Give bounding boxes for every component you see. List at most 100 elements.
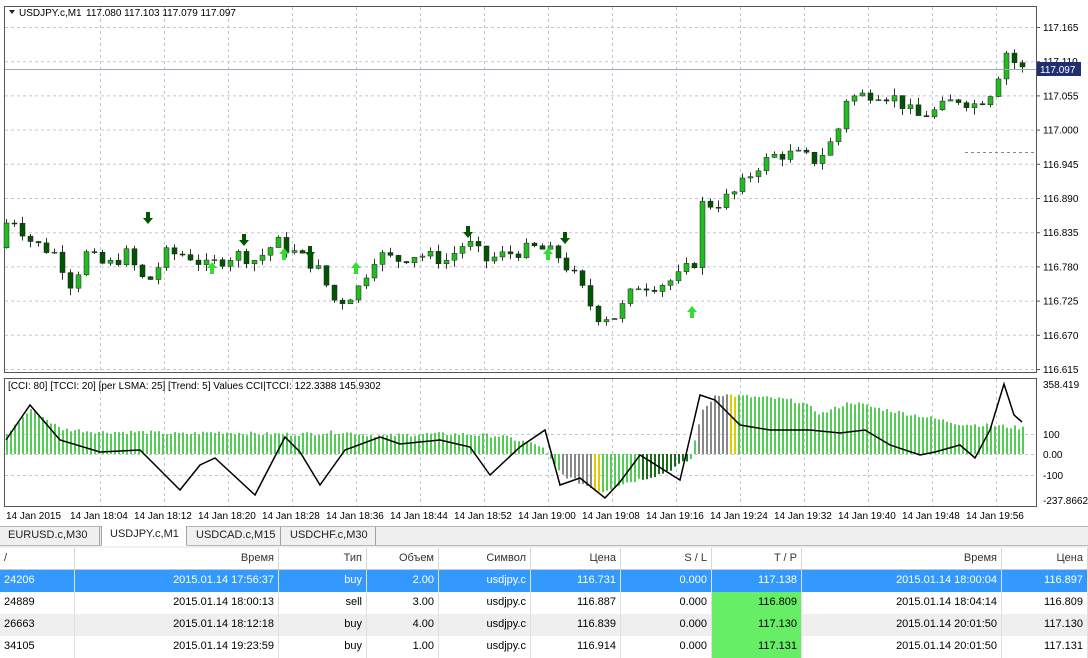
candle-body xyxy=(267,247,274,256)
histogram-bar xyxy=(62,430,64,454)
histogram-bar xyxy=(390,433,392,454)
tab-usdcad[interactable]: USDCAD.c,M15 xyxy=(188,527,281,545)
histogram-bar xyxy=(266,432,268,454)
histogram-bar xyxy=(246,435,248,454)
price-tick-label: 116.725 xyxy=(1043,297,1079,308)
histogram-bar xyxy=(522,440,524,454)
tab-usdjpy[interactable]: USDJPY.c,M1 xyxy=(101,526,187,546)
price-tick-label: 116.780 xyxy=(1043,262,1079,273)
histogram-bar xyxy=(814,411,816,454)
candle-body xyxy=(771,153,778,158)
cell-price: 116.887 xyxy=(531,592,621,614)
histogram-bar xyxy=(290,435,292,454)
cell-sl: 0.000 xyxy=(621,614,712,636)
cell-type: buy xyxy=(279,636,367,658)
col-close-time[interactable]: Время xyxy=(802,548,1002,570)
candle-body xyxy=(779,153,786,160)
candle-body xyxy=(515,253,522,258)
candle-body xyxy=(987,96,994,105)
histogram-bar xyxy=(734,396,736,454)
col-sl[interactable]: S / L xyxy=(621,548,712,570)
histogram-bar xyxy=(678,454,680,464)
histogram-bar xyxy=(934,418,936,454)
candle-body xyxy=(763,157,770,172)
histogram-bar xyxy=(926,417,928,454)
tab-eurusd[interactable]: EURUSD.c,M30 xyxy=(0,527,100,545)
histogram-bar xyxy=(1010,428,1012,454)
time-tick-label: 14 Jan 19:08 xyxy=(582,511,640,522)
col-symbol[interactable]: Символ xyxy=(439,548,531,570)
candle-body xyxy=(907,104,914,109)
cell-open-time: 2015.01.14 18:12:18 xyxy=(75,614,279,636)
histogram-bar xyxy=(846,402,848,454)
histogram-bar xyxy=(26,413,28,454)
candle-body xyxy=(395,255,402,262)
histogram-bar xyxy=(510,437,512,454)
col-tp[interactable]: T / P xyxy=(712,548,802,570)
histogram-bar xyxy=(38,415,40,454)
candle-body xyxy=(643,288,650,291)
tab-usdchf[interactable]: USDCHF.c,M30 xyxy=(282,527,376,545)
histogram-bar xyxy=(858,402,860,454)
col-open-time[interactable]: Время xyxy=(75,548,279,570)
candle-body xyxy=(955,99,962,103)
candle-body xyxy=(107,259,114,264)
candle-body xyxy=(963,102,970,108)
histogram-bar xyxy=(778,397,780,454)
candle-body xyxy=(675,271,682,282)
price-tick-label: 117.055 xyxy=(1043,91,1079,102)
col-volume[interactable]: Объем xyxy=(367,548,439,570)
histogram-bar xyxy=(230,432,232,454)
histogram-bar xyxy=(234,434,236,454)
candle-body xyxy=(603,319,610,323)
table-row[interactable]: 24889 2015.01.14 18:00:13 sell 3.00 usdjpy.c… xyxy=(0,592,1088,614)
histogram-bar xyxy=(806,403,808,454)
candle-body xyxy=(139,264,146,277)
histogram-bar xyxy=(318,435,320,454)
candle-body xyxy=(523,242,530,258)
histogram-bar xyxy=(302,432,304,454)
cell-symbol: usdjpy.c xyxy=(439,592,531,614)
histogram-bar xyxy=(142,431,144,454)
histogram-bar xyxy=(562,454,564,475)
candle-body xyxy=(1019,62,1026,68)
col-order[interactable]: / xyxy=(0,548,75,570)
col-close-price[interactable]: Цена xyxy=(1002,548,1088,570)
histogram-bar xyxy=(502,435,504,454)
candle-body xyxy=(467,241,474,247)
table-row[interactable]: 34105 2015.01.14 19:23:59 buy 1.00 usdjpy.c 1… xyxy=(0,636,1088,658)
candle-body xyxy=(1003,52,1010,80)
table-row[interactable]: 26663 2015.01.14 18:12:18 buy 4.00 usdjpy.c 1… xyxy=(0,614,1088,636)
histogram-bar xyxy=(1022,426,1024,454)
time-tick-label: 14 Jan 19:48 xyxy=(902,511,960,522)
price-tick-label: 117.000 xyxy=(1043,126,1079,137)
time-tick-label: 14 Jan 18:04 xyxy=(70,511,128,522)
candle-body xyxy=(443,259,450,264)
candle-body xyxy=(195,259,202,265)
chart-canvas[interactable]: 117.165117.110117.055117.000116.945116.8… xyxy=(0,0,1088,526)
histogram-bar xyxy=(666,454,668,471)
histogram-bar xyxy=(902,412,904,454)
chart-window[interactable]: 117.165117.110117.055117.000116.945116.8… xyxy=(0,0,1088,526)
histogram-bar xyxy=(286,432,288,454)
histogram-bar xyxy=(86,431,88,454)
candle-body xyxy=(875,99,882,101)
col-price[interactable]: Цена xyxy=(531,548,621,570)
histogram-bar xyxy=(90,432,92,454)
histogram-bar xyxy=(818,414,820,454)
candle-body xyxy=(187,254,194,261)
histogram-bar xyxy=(762,396,764,454)
histogram-bar xyxy=(258,434,260,454)
histogram-bar xyxy=(998,425,1000,454)
histogram-bar xyxy=(602,454,604,493)
histogram-bar xyxy=(614,454,616,488)
histogram-bar xyxy=(770,397,772,454)
col-type[interactable]: Тип xyxy=(279,548,367,570)
table-row[interactable]: 24206 2015.01.14 17:56:37 buy 2.00 usdjpy.c 1… xyxy=(0,570,1088,592)
cell-tp: 117.138 xyxy=(712,570,802,592)
histogram-bar xyxy=(254,433,256,454)
histogram-bar xyxy=(754,396,756,454)
histogram-bar xyxy=(210,432,212,454)
histogram-bar xyxy=(994,426,996,454)
histogram-bar xyxy=(586,454,588,486)
